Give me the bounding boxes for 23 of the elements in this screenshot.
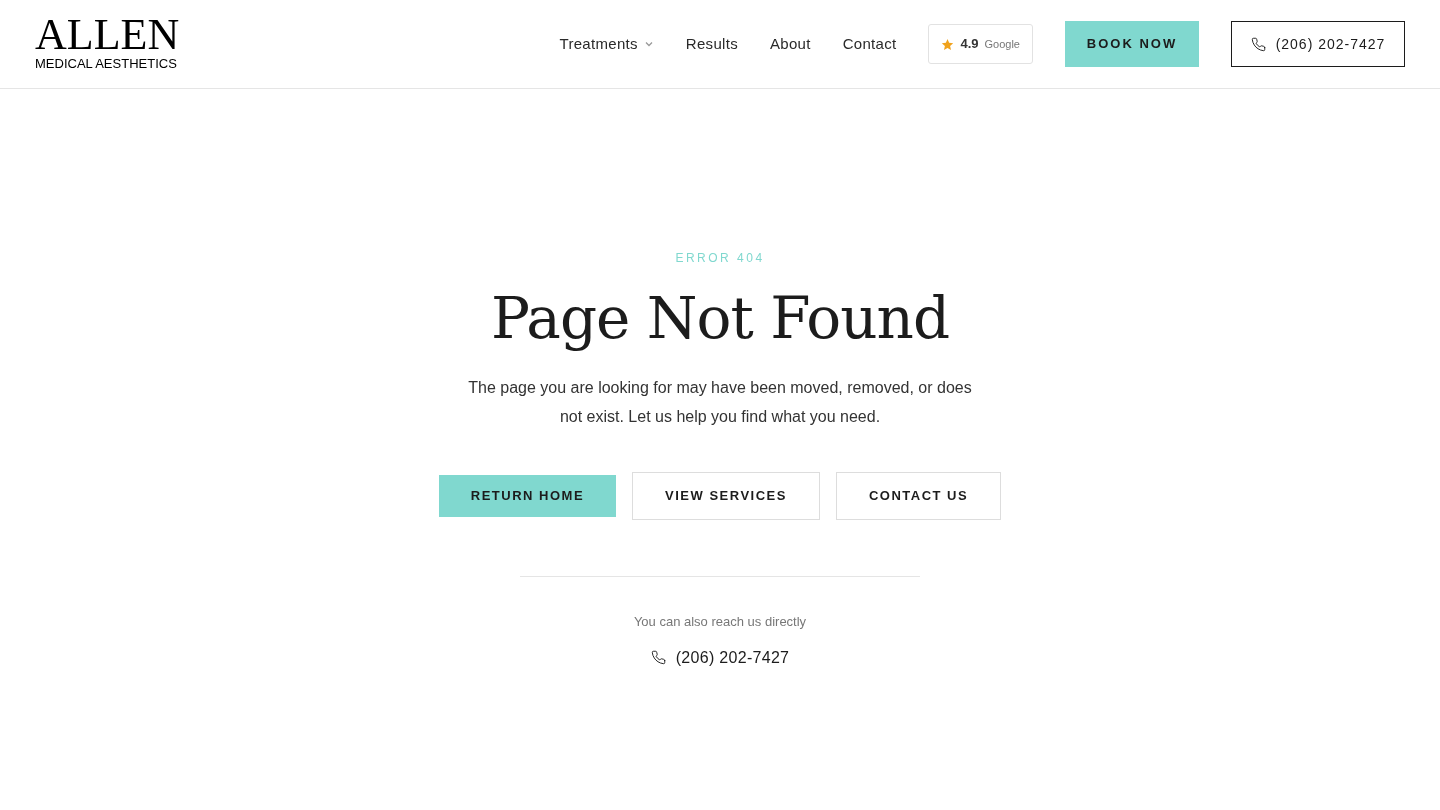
action-button[interactable]: CONTACT US xyxy=(835,472,1002,520)
logo-title[interactable]: ALLEN xyxy=(35,16,180,54)
phone-button[interactable]: (206) 202-7427 xyxy=(1231,21,1405,67)
error-code: ERROR 404 xyxy=(675,250,765,267)
phone-icon xyxy=(1250,36,1266,52)
star-icon xyxy=(941,37,955,51)
phone-icon xyxy=(650,650,666,665)
logo-subtitle: MEDICAL AESTHETICS xyxy=(35,56,178,72)
error-message: The page you are looking for may have been moved, removed, or does not exist. Let us help you find what you need. xyxy=(467,378,973,427)
nav-link[interactable]: About xyxy=(769,32,811,56)
rating-score: 4.9 xyxy=(960,35,979,54)
nav-link[interactable]: Contact xyxy=(842,32,897,56)
contact-note: You can also reach us directly xyxy=(633,613,807,631)
rating-source: Google xyxy=(984,36,1020,52)
book-now-button[interactable]: BOOK NOW xyxy=(1065,21,1199,67)
nav-link[interactable]: Treatments xyxy=(559,32,654,56)
nav-link[interactable]: Results xyxy=(685,32,738,56)
rating-badge[interactable]: 4.9 Google xyxy=(928,24,1033,64)
action-button[interactable]: RETURN HOME xyxy=(438,475,617,517)
phone-link[interactable]: (206) 202-7427 xyxy=(650,645,790,670)
page-title: Page Not Found xyxy=(490,283,950,353)
action-button[interactable]: VIEW SERVICES xyxy=(632,472,820,520)
chevron-down-icon xyxy=(643,39,654,49)
